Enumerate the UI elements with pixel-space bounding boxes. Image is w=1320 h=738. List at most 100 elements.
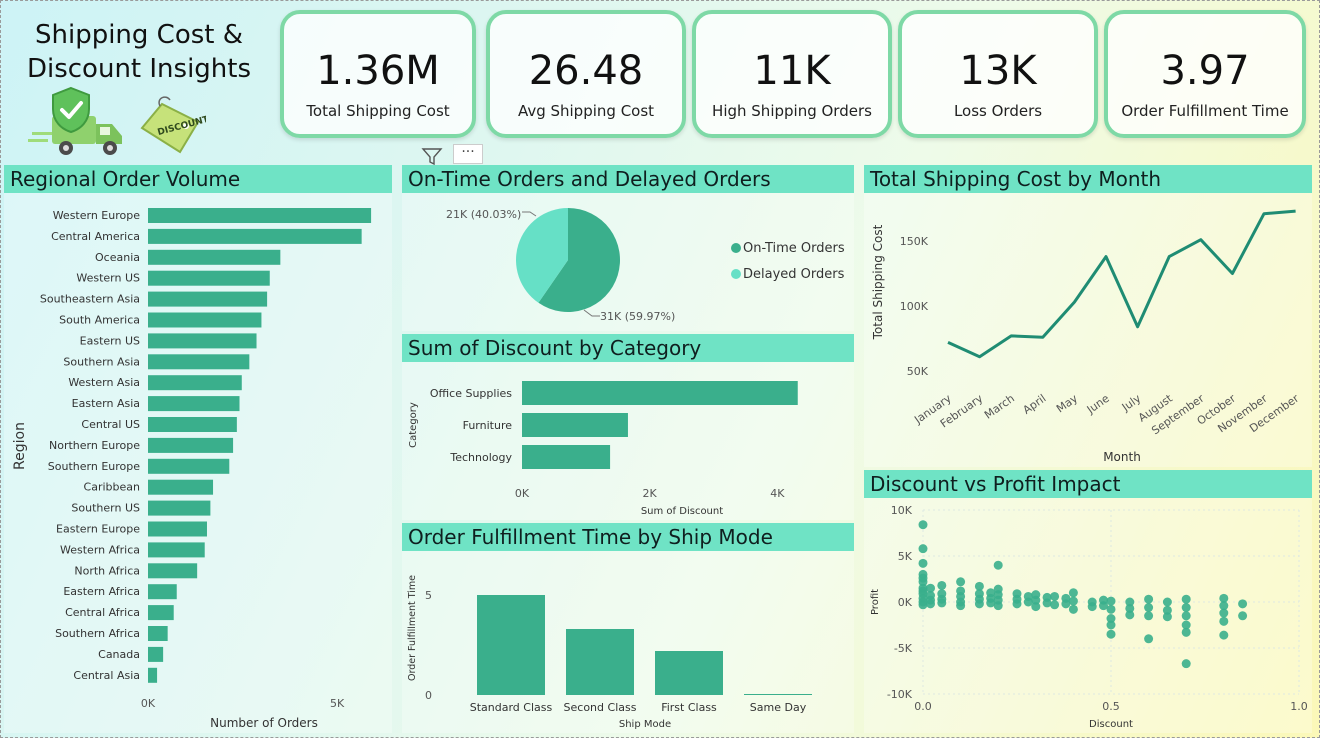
kpi-card-loss-orders[interactable]: 13K Loss Orders [898, 10, 1098, 138]
category-bar [522, 445, 611, 469]
legend-label: Delayed Orders [743, 267, 845, 282]
kpi-value: 26.48 [528, 48, 644, 94]
scatter-point [974, 599, 984, 609]
category-label: Office Supplies [430, 387, 512, 400]
discount-by-category-chart[interactable]: Office Supplies Furniture Technology 0K 2K 4K… [402, 363, 854, 520]
y-axis-label: Total Shipping Cost [871, 224, 885, 340]
region-label: Central America [51, 230, 140, 243]
scatter-point [1219, 630, 1229, 640]
shipping-cost-by-month-chart[interactable]: 50K100K150KJanuaryFebruaryMarch April May J… [864, 194, 1312, 468]
y-axis-label: Region [12, 422, 28, 470]
region-bar [148, 646, 164, 662]
scatter-point [918, 544, 928, 554]
scatter-point [1106, 596, 1116, 606]
data-label: 21K (40.03%) [446, 208, 521, 221]
x-axis-label: Month [1103, 450, 1141, 464]
ship-mode-label: Same Day [750, 701, 807, 714]
legend-label: On-Time Orders [743, 241, 845, 256]
region-label: Southeastern Asia [40, 293, 140, 306]
y-axis-label: Category [408, 402, 419, 448]
region-label: Western Europe [53, 209, 141, 222]
category-bar [522, 381, 798, 405]
report-header: Shipping Cost & Discount Insights DISCOU… [8, 14, 270, 164]
ship-mode-label: Standard Class [470, 701, 553, 714]
category-label: Furniture [463, 419, 513, 432]
region-bar [148, 458, 230, 474]
scatter-point [1144, 603, 1154, 613]
scatter-point [1042, 598, 1052, 608]
region-bar [148, 249, 281, 265]
fulfillment-by-ship-mode-chart[interactable]: Standard Class Second Class First Class Sam… [402, 552, 854, 733]
x-axis-label: Ship Mode [619, 719, 671, 730]
report-title: Shipping Cost & Discount Insights [26, 20, 252, 84]
x-tick-label: 1.0 [1290, 700, 1308, 713]
region-label: Southern Africa [55, 627, 140, 640]
kpi-card-high-shipping-orders[interactable]: 11K High Shipping Orders [692, 10, 892, 138]
region-label: Eastern Europe [56, 523, 140, 536]
ship-mode-bar [744, 694, 812, 695]
ship-mode-bar [477, 595, 545, 695]
y-tick-label: 5 [425, 589, 432, 602]
region-label: Eastern Asia [72, 397, 140, 410]
region-bar [148, 375, 242, 391]
x-tick-label: 2K [643, 487, 658, 500]
region-bar [148, 270, 270, 286]
region-bar [148, 542, 205, 558]
scatter-point [1219, 616, 1229, 626]
scatter-point [1106, 620, 1116, 630]
y-axis-label: Profit [870, 589, 881, 615]
x-tick-label: 0K [515, 487, 530, 500]
ship-mode-label: First Class [661, 701, 717, 714]
x-axis-label: Sum of Discount [641, 506, 723, 517]
kpi-label: Loss Orders [953, 102, 1043, 120]
region-label: Southern Europe [48, 460, 140, 473]
regional-order-volume-chart[interactable]: Western Europe Central America Oceania West… [4, 196, 392, 734]
region-label: Canada [98, 648, 140, 661]
scatter-point [1023, 597, 1033, 607]
on-time-delayed-pie-chart[interactable]: 31K (59.97%) 21K (40.03%) On-Time Orders De… [402, 194, 854, 332]
region-bar [148, 208, 372, 223]
y-tick-label: -5K [894, 642, 913, 655]
region-bar [148, 563, 198, 579]
x-tick-label: 4K [770, 487, 785, 500]
ship-mode-label: Second Class [564, 701, 637, 714]
scatter-point [1162, 612, 1172, 622]
legend-marker [731, 269, 741, 279]
y-tick-label: 0 [425, 689, 432, 702]
scatter-point [1012, 599, 1022, 609]
x-tick-label: 0.5 [1102, 700, 1120, 713]
x-axis-label: Number of Orders [210, 716, 318, 730]
kpi-label: Avg Shipping Cost [517, 102, 655, 120]
region-label: Caribbean [84, 481, 140, 494]
scatter-point [1125, 610, 1135, 620]
y-tick-label: -10K [887, 688, 913, 701]
region-label: Eastern Africa [63, 585, 140, 598]
region-bar [148, 584, 177, 600]
scatter-point [1181, 611, 1191, 621]
region-label: North Africa [74, 564, 140, 577]
scatter-point [1050, 600, 1060, 610]
filter-icon[interactable] [421, 146, 443, 166]
region-label: Central Asia [73, 669, 140, 682]
kpi-card-avg-shipping-cost[interactable]: 26.48 Avg Shipping Cost [486, 10, 686, 138]
x-tick-label: 5K [330, 697, 345, 710]
discount-vs-profit-scatter[interactable]: 10K 5K 0K -5K -10K0.0 0.5 1.0 Discount Profit [864, 498, 1312, 734]
kpi-card-total-shipping-cost[interactable]: 1.36M Total Shipping Cost [280, 10, 476, 138]
x-tick-label: 0K [141, 697, 156, 710]
scatter-point [1181, 627, 1191, 637]
region-label: South America [59, 314, 140, 327]
scatter-point [1068, 596, 1078, 606]
region-bar [148, 396, 240, 412]
discount-tag-icon: DISCOUNT [140, 96, 206, 154]
scatter-point [1068, 604, 1078, 614]
chart-title: Regional Order Volume [4, 165, 392, 193]
more-options-icon[interactable]: ··· [453, 144, 483, 164]
x-tick-label: May [1054, 392, 1080, 416]
scatter-point [1238, 611, 1248, 621]
chart-title: Discount vs Profit Impact [864, 470, 1312, 498]
scatter-point [956, 577, 966, 587]
region-bar [148, 291, 268, 307]
kpi-label: Order Fulfillment Time [1121, 102, 1289, 120]
scatter-point [1106, 604, 1116, 614]
kpi-card-order-fulfillment-time[interactable]: 3.97 Order Fulfillment Time [1104, 10, 1306, 138]
